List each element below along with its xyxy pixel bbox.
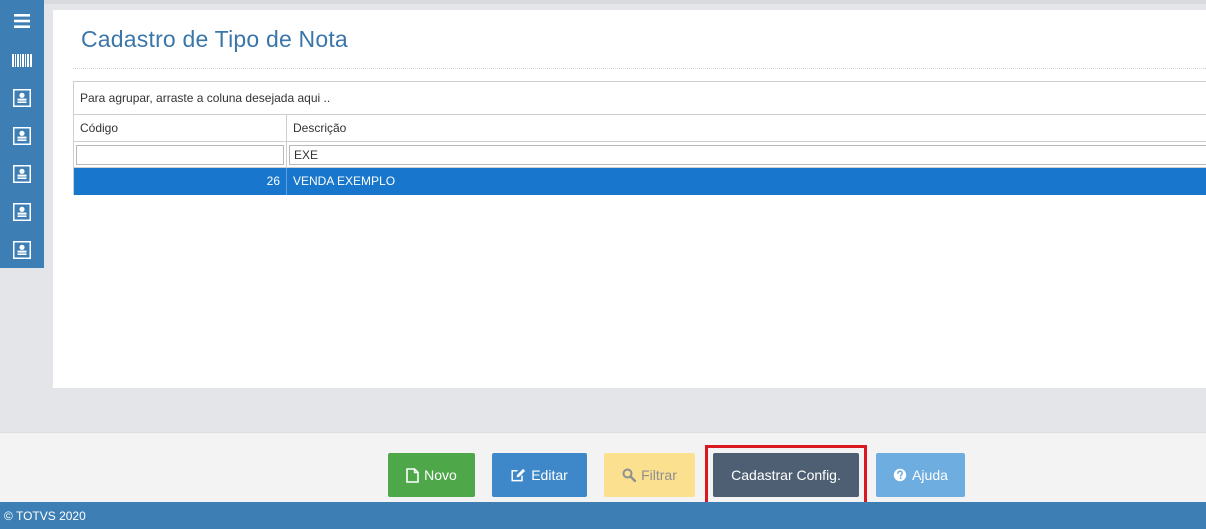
editar-button[interactable]: Editar [492,453,587,497]
table-row[interactable]: 26 VENDA EXEMPLO [74,168,1206,195]
contact-card-icon [13,241,31,259]
sidebar-item-contact-4[interactable] [0,195,44,229]
cadastrar-config-button[interactable]: Cadastrar Config. [713,453,859,497]
content-panel: Cadastro de Tipo de Nota Para agrupar, a… [53,10,1206,388]
question-circle-icon [893,468,907,482]
search-icon [622,468,637,482]
title-divider [73,68,1206,69]
sidebar [0,0,44,268]
sidebar-item-barcode[interactable] [0,43,44,77]
sidebar-item-contact-3[interactable] [0,157,44,191]
sidebar-menu-toggle[interactable] [0,4,44,38]
column-header-descricao[interactable]: Descrição [287,115,1206,142]
novo-button[interactable]: Novo [388,453,475,497]
file-icon [406,467,419,483]
novo-label: Novo [424,467,457,483]
sidebar-item-contact-5[interactable] [0,233,44,267]
group-drop-area[interactable]: Para agrupar, arraste a coluna desejada … [74,82,1206,115]
editar-label: Editar [531,467,568,483]
filter-cell-descricao [287,142,1206,168]
cadastrar-config-label: Cadastrar Config. [731,467,841,483]
status-bar: © TOTVS 2020 [0,502,1206,529]
sidebar-item-contact-1[interactable] [0,81,44,115]
ajuda-label: Ajuda [912,467,948,483]
copyright-text: © TOTVS 2020 [4,509,86,523]
data-grid: Para agrupar, arraste a coluna desejada … [73,81,1206,195]
contact-card-icon [13,203,31,221]
menu-icon [14,14,30,28]
barcode-icon [12,53,32,67]
contact-card-icon [13,165,31,183]
cell-codigo: 26 [74,168,287,195]
ajuda-button[interactable]: Ajuda [876,453,965,497]
column-header-codigo[interactable]: Código [74,115,287,142]
filtrar-label: Filtrar [641,467,677,483]
edit-icon [511,468,526,482]
contact-card-icon [13,127,31,145]
filtrar-button[interactable]: Filtrar [604,453,695,497]
action-toolbar: Novo Editar Filtrar Cadastrar Config. Aj… [0,432,1206,506]
sidebar-item-contact-2[interactable] [0,119,44,153]
filter-input-descricao[interactable] [289,145,1206,165]
contact-card-icon [13,89,31,107]
page-title: Cadastro de Tipo de Nota [81,26,348,52]
filter-cell-codigo [74,142,287,168]
filter-input-codigo[interactable] [76,145,284,165]
top-border [0,0,1206,4]
cell-descricao: VENDA EXEMPLO [293,174,396,188]
